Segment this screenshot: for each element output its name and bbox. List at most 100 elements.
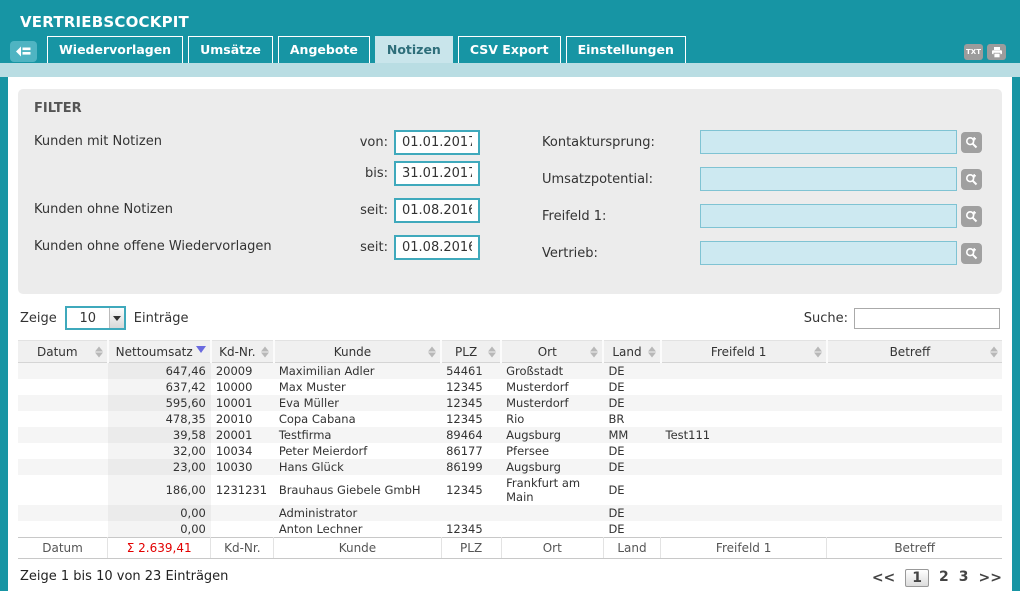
cell-land: DE: [603, 379, 660, 395]
tab-wiedervorlagen[interactable]: Wiedervorlagen: [47, 36, 183, 63]
table-row[interactable]: 0,00 Anton Lechner12345 DE: [18, 521, 1002, 538]
filter-lookup-row: Vertrieb:: [542, 241, 982, 265]
page-size-select[interactable]: 10: [65, 306, 126, 330]
table-row[interactable]: 186,001231231Brauhaus Giebele GmbH12345F…: [18, 475, 1002, 505]
chevron-down-icon: [109, 308, 124, 328]
column-header-ort[interactable]: Ort: [501, 341, 603, 363]
table-row[interactable]: 647,4620009Maximilian Adler54461Großstad…: [18, 363, 1002, 380]
search-label: Suche:: [804, 311, 848, 326]
filter-row-fields: seit:: [356, 198, 480, 229]
column-header-kunde[interactable]: Kunde: [274, 341, 441, 363]
cell-plz: 12345: [441, 411, 501, 427]
cell-freifeld-1: [661, 395, 827, 411]
sort-both-icon: [488, 342, 496, 361]
tab-ums-tze[interactable]: Umsätze: [188, 36, 273, 63]
bottom-row: Zeige 1 bis 10 von 23 Einträgen << 123 >…: [18, 569, 1002, 587]
tab-einstellungen[interactable]: Einstellungen: [566, 36, 686, 63]
filter-right-column: Kontaktursprung:Umsatzpotential:Freifeld…: [510, 130, 986, 278]
lookup-label: Kontaktursprung:: [542, 135, 700, 150]
print-button[interactable]: [987, 44, 1006, 60]
table-row[interactable]: 23,0010030Hans Glück86199AugsburgDE: [18, 459, 1002, 475]
page-1[interactable]: 1: [905, 569, 929, 587]
filter-row-label: Kunden mit Notizen: [34, 130, 356, 192]
cell-datum: [18, 475, 108, 505]
pagination-prev[interactable]: <<: [872, 570, 895, 586]
table-row[interactable]: 32,0010034Peter Meierdorf86177PferseeDE: [18, 443, 1002, 459]
date-input[interactable]: [394, 235, 480, 260]
date-field-prefix: von:: [356, 135, 388, 150]
table-row[interactable]: 39,5820001Testfirma89464AugsburgMMTest11…: [18, 427, 1002, 443]
cell-kd-nr-: 1231231: [211, 475, 274, 505]
cell-nettoumsatz: 0,00: [108, 521, 211, 538]
table-row[interactable]: 0,00AdministratorDE: [18, 505, 1002, 521]
column-header-freifeld-1[interactable]: Freifeld 1: [661, 341, 827, 363]
cell-land: DE: [603, 521, 660, 538]
cell-kunde: Maximilian Adler: [274, 363, 441, 380]
table-row[interactable]: 637,4210000Max Muster12345MusterdorfDE: [18, 379, 1002, 395]
cell-datum: [18, 411, 108, 427]
cell-betreff: [827, 443, 1002, 459]
column-header-land[interactable]: Land: [603, 341, 660, 363]
cell-plz: [441, 505, 501, 521]
lookup-input[interactable]: [700, 241, 957, 265]
cell-kd-nr-: [211, 505, 274, 521]
sort-both-icon: [428, 342, 436, 361]
sum-value: Σ 2.639,41: [127, 541, 192, 555]
footer-cell-5: Ort: [501, 538, 603, 559]
tab-csv-export[interactable]: CSV Export: [458, 36, 561, 63]
date-input[interactable]: [394, 130, 480, 155]
cell-plz: 89464: [441, 427, 501, 443]
main-content: FILTER Kunden mit Notizenvon:bis:Kunden …: [8, 77, 1012, 591]
search-input[interactable]: [854, 308, 1000, 329]
lookup-input[interactable]: [700, 204, 957, 228]
sort-both-icon: [590, 342, 598, 361]
date-field: seit:: [356, 235, 480, 260]
page-2[interactable]: 2: [939, 569, 949, 587]
cell-land: MM: [603, 427, 660, 443]
column-header-nettoumsatz[interactable]: Nettoumsatz: [108, 341, 211, 363]
collapse-icon: [16, 46, 31, 57]
tab-angebote[interactable]: Angebote: [278, 36, 370, 63]
results-table: DatumNettoumsatzKd-Nr.KundePLZOrtLandFre…: [18, 340, 1002, 559]
cell-ort: Augsburg: [501, 427, 603, 443]
footer-cell-0: Datum: [18, 538, 108, 559]
lookup-search-button[interactable]: [961, 132, 982, 153]
sort-both-icon: [261, 342, 269, 361]
cell-ort: Augsburg: [501, 459, 603, 475]
cell-kd-nr-: [211, 521, 274, 538]
cell-kunde: Brauhaus Giebele GmbH: [274, 475, 441, 505]
table-row[interactable]: 595,6010001Eva Müller12345MusterdorfDE: [18, 395, 1002, 411]
lookup-input[interactable]: [700, 167, 957, 191]
txt-export-button[interactable]: TXT: [964, 44, 983, 60]
lookup-search-button[interactable]: [961, 243, 982, 264]
filter-row-fields: von:bis:: [356, 130, 480, 192]
column-header-plz[interactable]: PLZ: [441, 341, 501, 363]
collapse-sidebar-button[interactable]: [10, 41, 37, 62]
cell-datum: [18, 505, 108, 521]
app-header: VERTRIEBSCOCKPIT: [0, 0, 1020, 36]
column-header-datum[interactable]: Datum: [18, 341, 108, 363]
cell-freifeld-1: [661, 521, 827, 538]
cell-kunde: Copa Cabana: [274, 411, 441, 427]
column-header-betreff[interactable]: Betreff: [827, 341, 1002, 363]
date-input[interactable]: [394, 198, 480, 223]
lookup-search-button[interactable]: [961, 206, 982, 227]
cell-kunde: Anton Lechner: [274, 521, 441, 538]
date-input[interactable]: [394, 161, 480, 186]
cell-betreff: [827, 475, 1002, 505]
table-row[interactable]: 478,3520010Copa Cabana12345RioBR: [18, 411, 1002, 427]
cell-kunde: Peter Meierdorf: [274, 443, 441, 459]
cell-betreff: [827, 363, 1002, 380]
sort-both-icon: [648, 342, 656, 361]
tab-notizen[interactable]: Notizen: [375, 36, 453, 63]
cell-plz: 12345: [441, 521, 501, 538]
pagination-next[interactable]: >>: [979, 570, 1002, 586]
cell-kd-nr-: 10030: [211, 459, 274, 475]
page-3[interactable]: 3: [959, 569, 969, 587]
lookup-input[interactable]: [700, 130, 957, 154]
column-header-kd-nr-[interactable]: Kd-Nr.: [211, 341, 274, 363]
tabs: WiedervorlagenUmsätzeAngeboteNotizenCSV …: [47, 36, 691, 63]
lookup-search-button[interactable]: [961, 169, 982, 190]
cell-land: BR: [603, 411, 660, 427]
cell-plz: 86199: [441, 459, 501, 475]
